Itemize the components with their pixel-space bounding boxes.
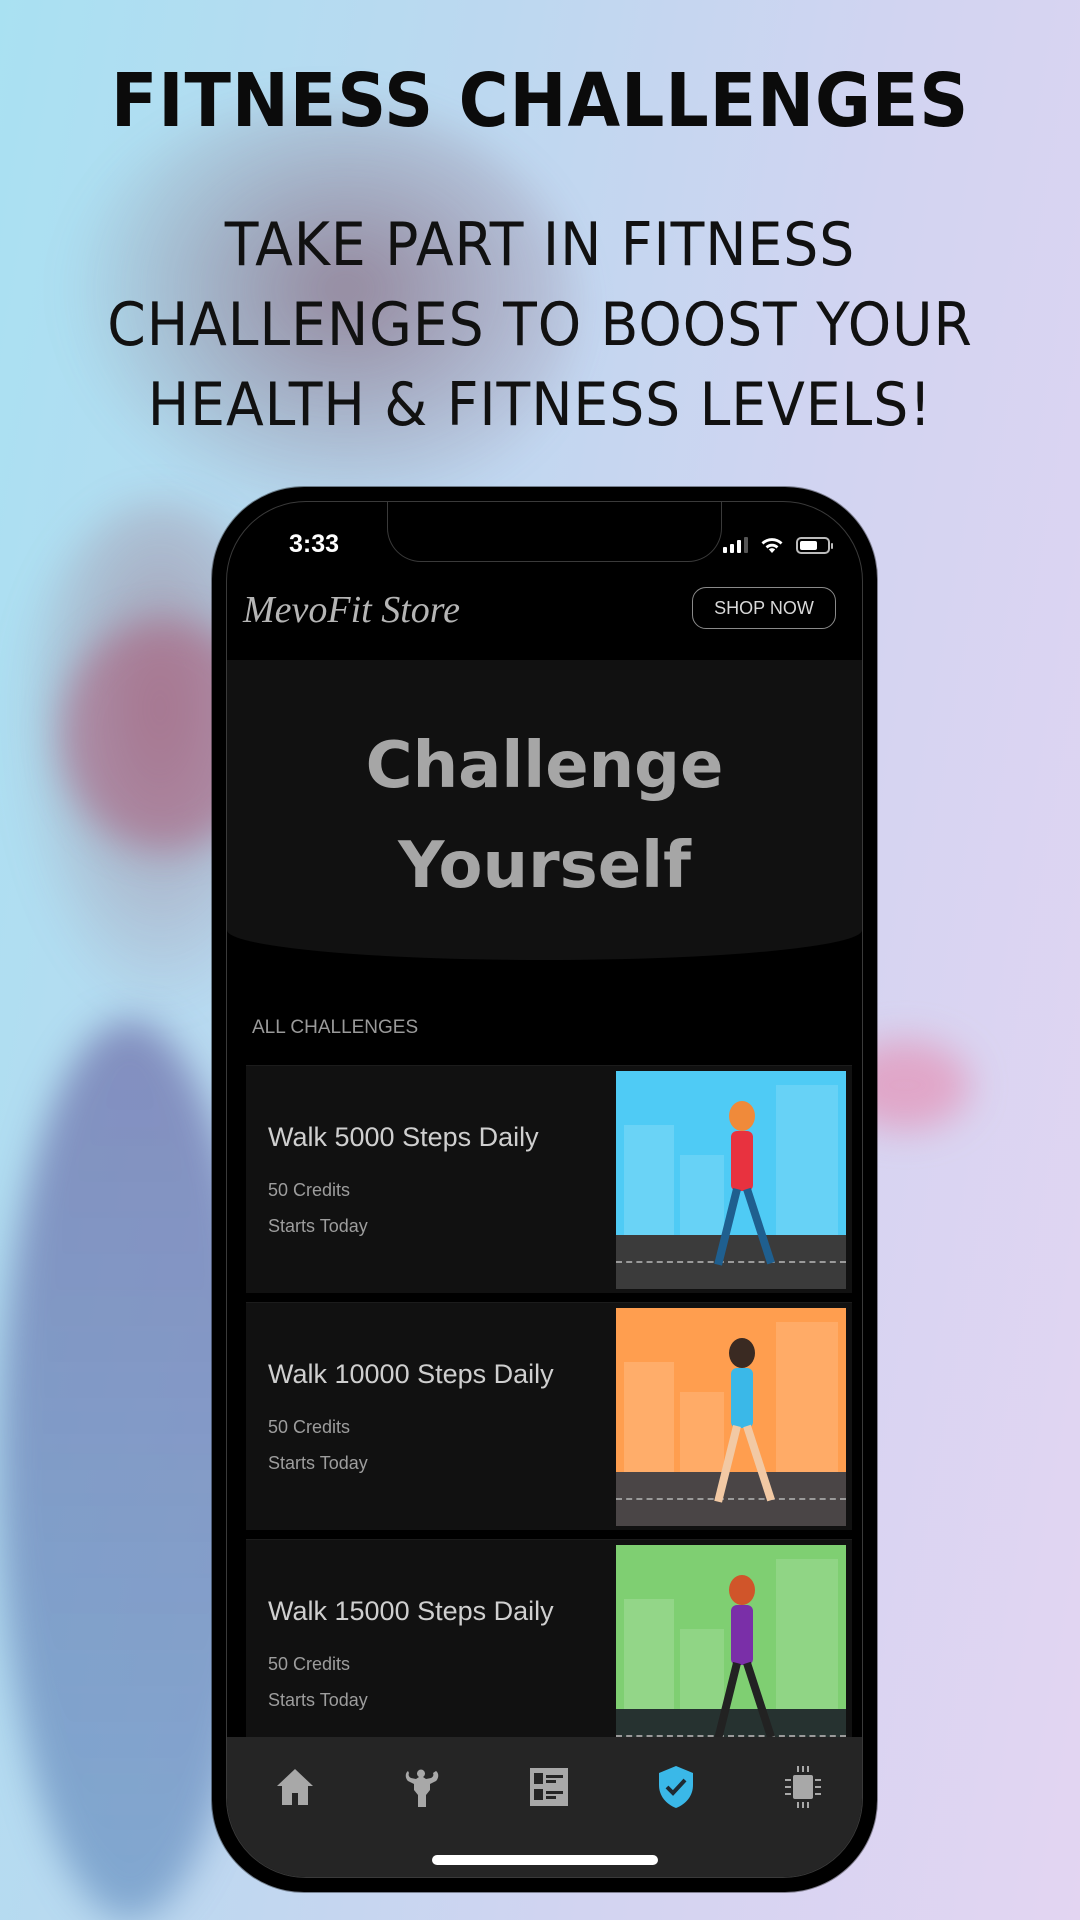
tab-challenges[interactable]	[646, 1757, 706, 1817]
illustration-building	[680, 1392, 724, 1472]
challenge-image	[616, 1545, 846, 1763]
promo-headline: FITNESS CHALLENGES	[110, 58, 970, 144]
hero-banner: Challenge Yourself	[227, 660, 862, 960]
challenge-start: Starts Today	[268, 1690, 368, 1710]
illustration-building	[680, 1629, 724, 1709]
shop-now-button[interactable]: SHOP NOW	[692, 587, 836, 629]
status-time: 3:33	[289, 530, 340, 558]
app-bar: MevoFit Store SHOP NOW	[227, 582, 862, 662]
challenge-list: Walk 5000 Steps Daily 50 Credits Starts …	[246, 1065, 852, 1776]
bottom-tab-bar	[227, 1737, 862, 1877]
list-icon	[530, 1768, 568, 1806]
hero-title: Challenge Yourself	[227, 716, 862, 916]
illustration-walker	[714, 1338, 775, 1508]
hero-title-line: Challenge	[365, 729, 724, 803]
illustration-building	[624, 1599, 674, 1709]
promo-subhead: TAKE PART IN FITNESS CHALLENGES TO BOOST…	[43, 205, 1037, 445]
challenge-card[interactable]: Walk 5000 Steps Daily 50 Credits Starts …	[246, 1065, 852, 1293]
challenge-image	[616, 1308, 846, 1526]
phone-screen: 3:33 MevoFit Store SHOP NOW Challenge Yo…	[226, 501, 863, 1878]
promo-subhead-line: TAKE PART IN FITNESS	[224, 210, 856, 280]
tab-devices[interactable]	[773, 1757, 833, 1817]
challenge-image	[616, 1071, 846, 1289]
bodybuilder-icon	[405, 1769, 439, 1807]
section-label: ALL CHALLENGES	[252, 1017, 419, 1038]
illustration-walker	[714, 1575, 775, 1745]
illustration-building	[776, 1085, 838, 1235]
wifi-icon	[761, 538, 783, 553]
phone-frame: 3:33 MevoFit Store SHOP NOW Challenge Yo…	[212, 487, 877, 1892]
battery-icon	[796, 536, 833, 554]
challenge-start: Starts Today	[268, 1453, 368, 1473]
shield-check-icon	[659, 1766, 693, 1808]
challenge-start: Starts Today	[268, 1216, 368, 1236]
status-icons	[723, 536, 833, 554]
home-icon	[277, 1769, 313, 1805]
illustration-building	[776, 1322, 838, 1472]
illustration-building	[624, 1362, 674, 1472]
phone-notch	[387, 502, 722, 562]
tab-home[interactable]	[265, 1757, 325, 1817]
challenge-title: Walk 15000 Steps Daily	[268, 1596, 554, 1626]
promo-subhead-line: HEALTH & FITNESS LEVELS!	[147, 370, 933, 440]
challenge-credits: 50 Credits	[268, 1654, 351, 1674]
tab-workout[interactable]	[392, 1757, 452, 1817]
signal-icon	[723, 537, 748, 553]
promo-subhead-line: CHALLENGES TO BOOST YOUR	[107, 290, 973, 360]
challenge-credits: 50 Credits	[268, 1417, 351, 1437]
tab-plans[interactable]	[519, 1757, 579, 1817]
challenge-title: Walk 10000 Steps Daily	[268, 1359, 554, 1389]
brand-logo: MevoFit Store	[243, 589, 461, 631]
challenge-title: Walk 5000 Steps Daily	[268, 1122, 539, 1152]
illustration-walker	[714, 1101, 775, 1271]
illustration-building	[776, 1559, 838, 1709]
home-indicator[interactable]	[431, 1855, 658, 1865]
challenge-credits: 50 Credits	[268, 1180, 351, 1200]
challenge-card[interactable]: Walk 10000 Steps Daily 50 Credits Starts…	[246, 1302, 852, 1530]
illustration-building	[680, 1155, 724, 1235]
chip-icon	[785, 1766, 821, 1808]
hero-title-line: Yourself	[398, 829, 691, 903]
challenge-card[interactable]: Walk 15000 Steps Daily 50 Credits Starts…	[246, 1539, 852, 1767]
illustration-building	[624, 1125, 674, 1235]
